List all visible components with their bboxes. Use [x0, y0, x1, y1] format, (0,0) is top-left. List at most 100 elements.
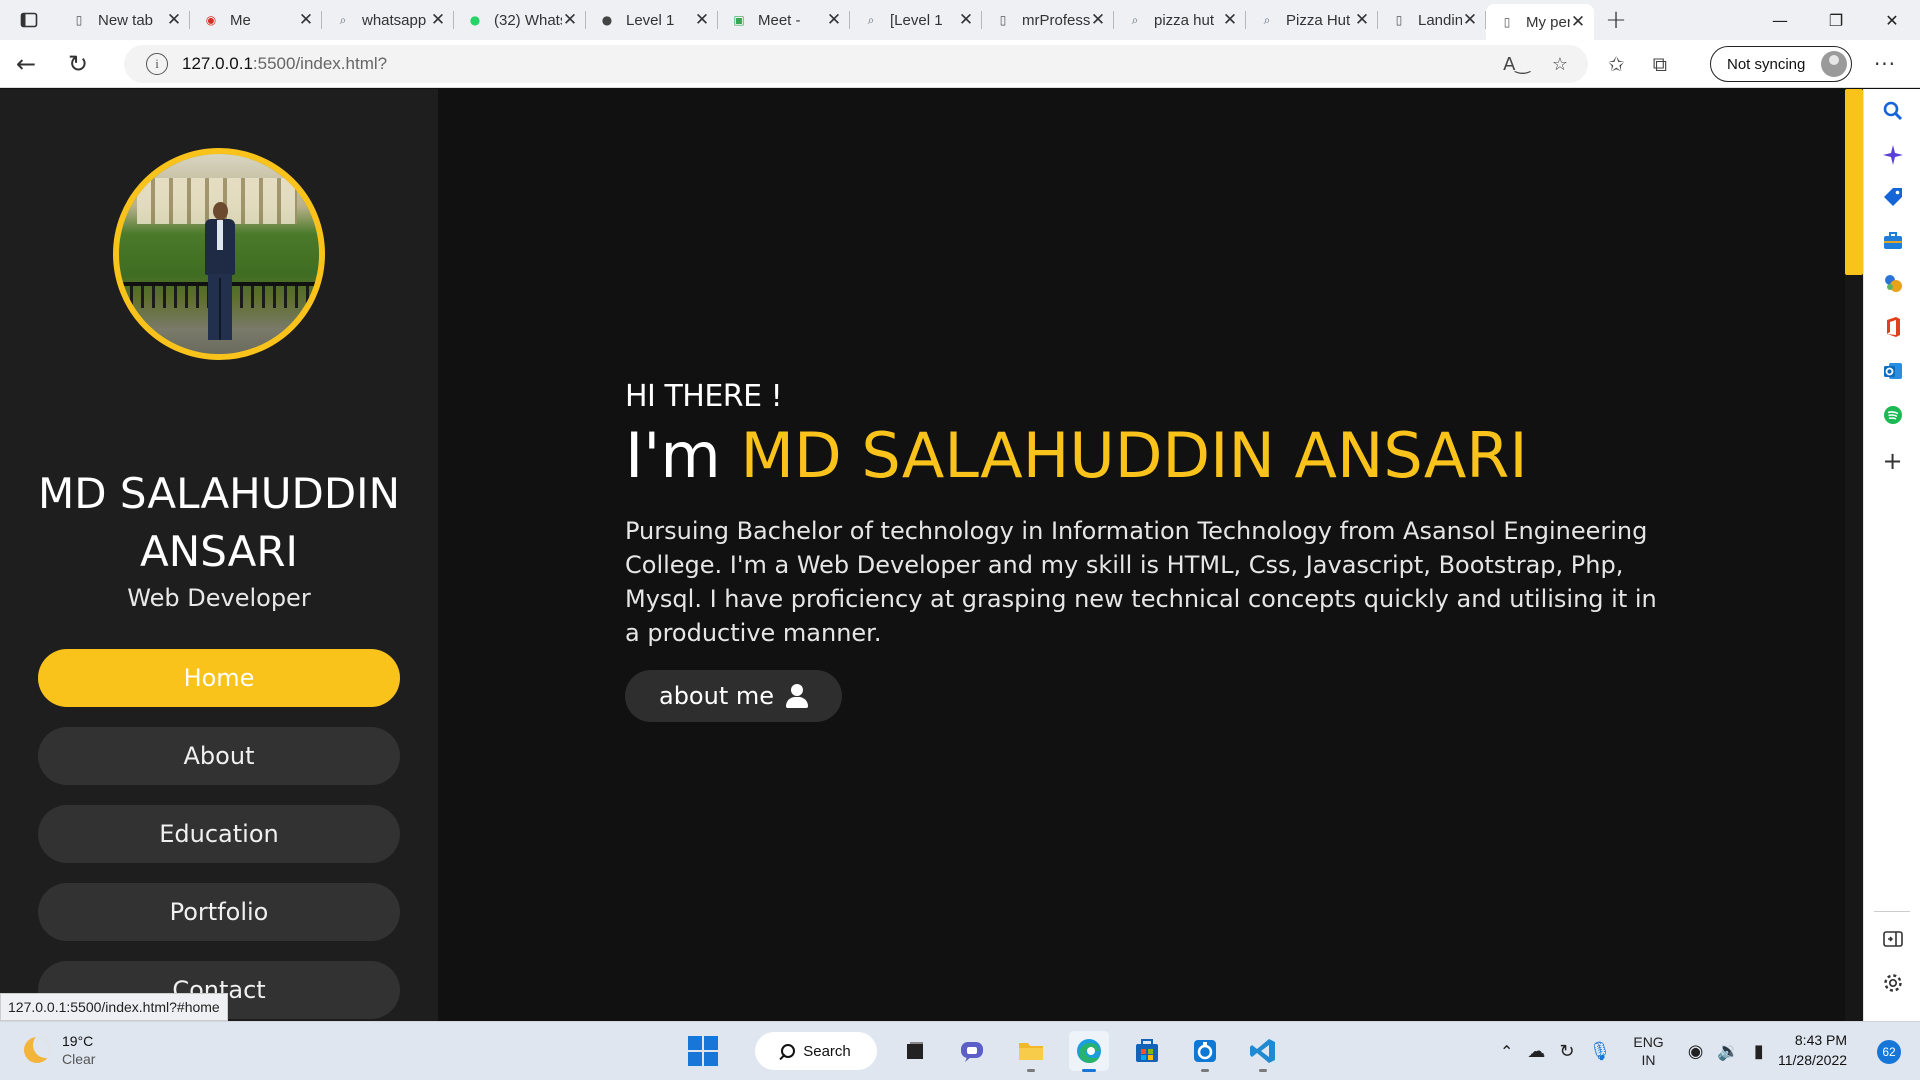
add-sidebar-app-icon[interactable]: +: [1864, 441, 1920, 481]
close-tab-icon[interactable]: ✕: [1354, 10, 1370, 30]
outlook-button[interactable]: [1185, 1031, 1225, 1072]
close-tab-icon[interactable]: ✕: [958, 10, 974, 30]
browser-tab[interactable]: ▯ New tab ✕: [58, 0, 190, 40]
nav-item-portfolio[interactable]: Portfolio: [38, 883, 400, 941]
minimize-button[interactable]: —: [1752, 0, 1808, 40]
close-tab-icon[interactable]: ✕: [1462, 10, 1478, 30]
task-view-button[interactable]: [895, 1031, 935, 1071]
weather-widget[interactable]: 19°C Clear: [24, 1032, 95, 1068]
browser-tab[interactable]: ⌕ Pizza Hut ✕: [1246, 0, 1378, 40]
copilot-sparkle-icon[interactable]: [1864, 135, 1920, 175]
restore-button[interactable]: ❐: [1808, 0, 1864, 40]
browser-tab[interactable]: ▯ mrProfessor✕: [982, 0, 1114, 40]
tab-title: mrProfessor: [1022, 11, 1090, 29]
nav-item-education[interactable]: Education: [38, 805, 400, 863]
browser-tab[interactable]: ⌕ pizza hut ✕: [1114, 0, 1246, 40]
microphone-icon[interactable]: 🎙: [1589, 1041, 1612, 1062]
battery-icon[interactable]: ▮: [1754, 1041, 1764, 1062]
close-tab-icon[interactable]: ✕: [1222, 10, 1238, 30]
browser-tab[interactable]: ⌕ whatsapp ✕: [322, 0, 454, 40]
sync-icon[interactable]: ↻: [1559, 1041, 1574, 1062]
outlook-icon[interactable]: [1864, 351, 1920, 391]
browser-tab[interactable]: ▣ Meet - ✕: [718, 0, 850, 40]
close-tab-icon[interactable]: ✕: [826, 10, 842, 30]
close-tab-icon[interactable]: ✕: [694, 10, 710, 30]
close-window-button[interactable]: ✕: [1864, 0, 1920, 40]
show-hidden-icons-chevron-icon[interactable]: ⌃: [1500, 1042, 1513, 1061]
edge-browser-button[interactable]: [1069, 1031, 1109, 1072]
back-button[interactable]: ←: [0, 40, 52, 88]
read-aloud-icon[interactable]: A‿: [1503, 54, 1530, 75]
tab-actions-button[interactable]: [0, 0, 58, 40]
scrollbar-thumb[interactable]: [1845, 89, 1863, 275]
sidebar-settings-icon[interactable]: [1864, 963, 1920, 1003]
start-button[interactable]: [683, 1031, 723, 1071]
nav-item-home[interactable]: Home: [38, 649, 400, 707]
browser-tab[interactable]: ● (32) WhatsApp✕: [454, 0, 586, 40]
office-icon[interactable]: [1864, 307, 1920, 347]
add-favorite-icon[interactable]: ☆: [1552, 54, 1568, 75]
games-icon[interactable]: [1864, 263, 1920, 303]
chat-icon: [961, 1042, 983, 1062]
collections-icon[interactable]: ⧉: [1653, 52, 1667, 76]
browser-tab[interactable]: ▯ Landing✕: [1378, 0, 1486, 40]
profile-sync-button[interactable]: Not syncing: [1710, 46, 1852, 82]
search-icon: ⌕: [339, 12, 347, 27]
search-icon: ⌕: [1131, 12, 1139, 27]
close-tab-icon[interactable]: ✕: [298, 10, 314, 30]
hero-greeting: HI THERE !: [625, 379, 783, 414]
search-icon: ⌕: [1263, 12, 1271, 27]
page-icon: ▯: [1503, 15, 1511, 29]
volume-icon[interactable]: 🔉: [1717, 1041, 1739, 1062]
new-tab-button[interactable]: +: [1594, 0, 1638, 40]
close-tab-icon[interactable]: ✕: [562, 10, 578, 30]
nav-item-about[interactable]: About: [38, 727, 400, 785]
close-tab-icon[interactable]: ✕: [430, 10, 446, 30]
recording-icon: ◉: [205, 13, 217, 27]
site-info-icon[interactable]: i: [146, 53, 168, 75]
site-nav: Home About Education Portfolio Contact: [38, 649, 400, 1021]
profile-role: Web Developer: [127, 584, 311, 612]
browser-tab[interactable]: ● Level 1 ✕: [586, 0, 718, 40]
favorites-icon[interactable]: ✩: [1608, 52, 1625, 76]
settings-more-button[interactable]: ···: [1870, 40, 1900, 88]
shopping-tag-icon[interactable]: [1864, 177, 1920, 217]
site-sidebar: MD SALAHUDDIN ANSARI Web Developer Home A…: [0, 89, 438, 1021]
teams-chat-button[interactable]: [953, 1031, 993, 1071]
store-icon: [1136, 1039, 1158, 1062]
taskbar-search[interactable]: Search: [755, 1032, 877, 1070]
browser-tab[interactable]: ◉ Me ✕: [190, 0, 322, 40]
page-scrollbar[interactable]: [1845, 89, 1863, 1021]
close-tab-icon[interactable]: ✕: [1570, 12, 1586, 32]
tools-briefcase-icon[interactable]: [1864, 221, 1920, 261]
region-code: IN: [1641, 1052, 1656, 1068]
url-host: 127.0.0.1: [182, 54, 253, 73]
file-explorer-button[interactable]: [1011, 1031, 1051, 1072]
outlook-app-icon: [1194, 1040, 1216, 1062]
close-tab-icon[interactable]: ✕: [1090, 10, 1106, 30]
tab-title: Pizza Hut: [1286, 11, 1351, 29]
wifi-icon[interactable]: ◉: [1688, 1041, 1704, 1062]
onedrive-cloud-icon[interactable]: ☁: [1527, 1041, 1545, 1062]
system-clock[interactable]: 8:43 PM 11/28/2022: [1778, 1030, 1847, 1070]
vscode-button[interactable]: [1243, 1031, 1283, 1072]
address-bar[interactable]: i 127.0.0.1:5500/index.html? A‿ ☆: [124, 45, 1588, 83]
hide-sidebar-icon[interactable]: [1864, 919, 1920, 959]
language-indicator[interactable]: ENG IN: [1633, 1033, 1663, 1069]
system-tray: ⌃ ☁ ↻ 🎙 ENG IN ◉ 🔉 ▮: [1500, 1028, 1764, 1074]
address-url[interactable]: 127.0.0.1:5500/index.html?: [182, 54, 387, 74]
edge-sidebar: +: [1863, 89, 1920, 1021]
sidebar-search-icon[interactable]: [1864, 91, 1920, 131]
microsoft-store-button[interactable]: [1127, 1031, 1167, 1071]
close-tab-icon[interactable]: ✕: [166, 10, 182, 30]
folder-icon: [1019, 1043, 1043, 1060]
notification-badge[interactable]: 62: [1877, 1040, 1901, 1064]
tab-title: Me: [230, 11, 251, 29]
about-me-button[interactable]: about me: [625, 670, 842, 722]
status-bar-url: 127.0.0.1:5500/index.html?#home: [0, 993, 228, 1021]
spotify-icon[interactable]: [1864, 395, 1920, 435]
browser-tab[interactable]: ⌕ [Level 1 ✕: [850, 0, 982, 40]
browser-tab[interactable]: ▯ My personal✕: [1486, 4, 1594, 40]
reload-button[interactable]: ↻: [52, 40, 104, 88]
tab-title: New tab: [98, 11, 154, 29]
